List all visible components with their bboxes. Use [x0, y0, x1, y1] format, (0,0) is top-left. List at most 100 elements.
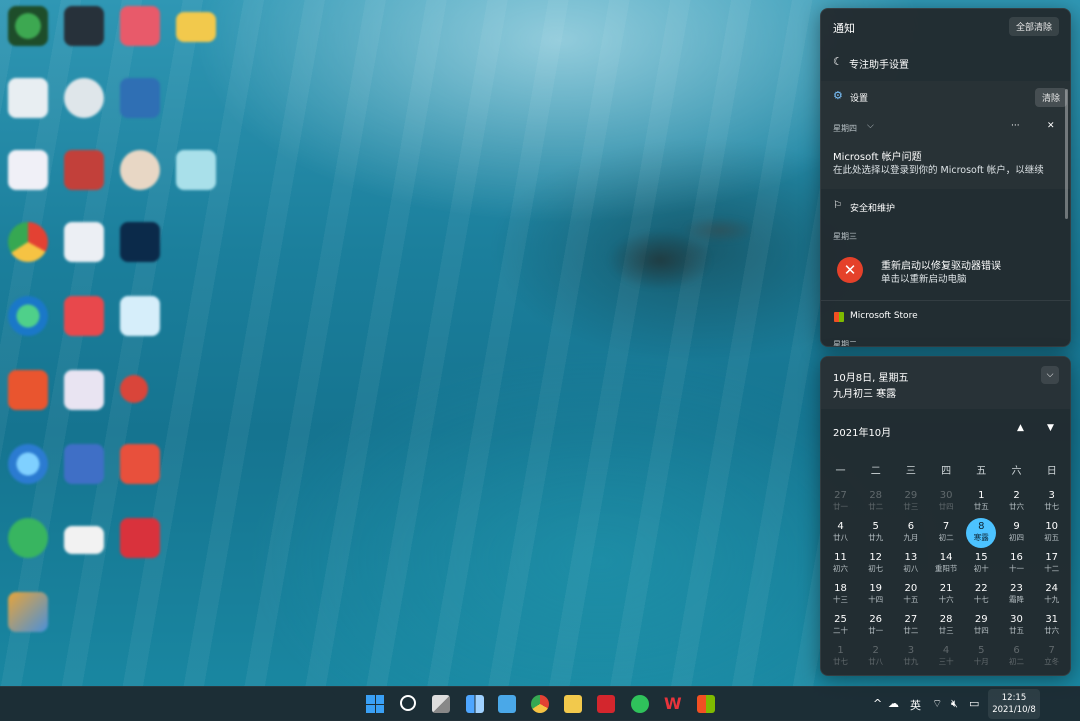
start-icon[interactable] — [366, 695, 384, 713]
battery-icon[interactable]: ▭ — [969, 697, 979, 710]
calendar-day[interactable]: 4 三十 — [929, 642, 964, 672]
calendar-day[interactable]: 18 十三 — [823, 580, 858, 610]
calendar-day[interactable]: 3 廿九 — [893, 642, 928, 672]
close-icon[interactable]: ✕ — [1047, 121, 1055, 131]
desktop-icon[interactable] — [64, 222, 104, 262]
desktop-icon[interactable] — [120, 6, 160, 46]
calendar-day-today[interactable]: 8 寒露 — [964, 518, 999, 548]
calendar-day[interactable]: 3 廿七 — [1034, 487, 1069, 517]
desktop-icon[interactable] — [120, 296, 160, 336]
cloud-icon[interactable]: ☁ — [888, 697, 899, 710]
desktop-icon[interactable] — [120, 444, 160, 484]
calendar-day[interactable]: 20 十五 — [893, 580, 928, 610]
calendar-day[interactable]: 6 初二 — [999, 642, 1034, 672]
desktop-icon[interactable] — [64, 370, 104, 410]
chevron-down-icon[interactable]: ⌵ — [867, 121, 874, 131]
search-icon[interactable] — [400, 695, 416, 711]
calendar-day[interactable]: 10 初五 — [1034, 518, 1069, 548]
calendar-day[interactable]: 26 廿一 — [858, 611, 893, 641]
calendar-day[interactable]: 29 廿四 — [964, 611, 999, 641]
desktop-icon[interactable] — [8, 6, 48, 46]
calendar-day[interactable]: 13 初八 — [893, 549, 928, 579]
calendar-day[interactable]: 15 初十 — [964, 549, 999, 579]
widgets-icon[interactable] — [466, 695, 484, 713]
chrome-icon[interactable] — [531, 695, 549, 713]
calendar-day[interactable]: 1 廿五 — [964, 487, 999, 517]
clear-all-button[interactable]: 全部清除 — [1009, 17, 1060, 36]
notification-body[interactable]: 单击以重新启动电脑 — [881, 271, 967, 285]
desktop-icon[interactable] — [8, 518, 48, 558]
calendar-day[interactable]: 21 十六 — [929, 580, 964, 610]
calendar-day[interactable]: 16 十一 — [999, 549, 1034, 579]
calendar-day[interactable]: 4 廿八 — [823, 518, 858, 548]
desktop-icon[interactable] — [64, 78, 104, 118]
ithome-icon[interactable] — [597, 695, 615, 713]
clock[interactable]: 12:15 2021/10/8 — [988, 689, 1040, 719]
desktop-icon[interactable] — [64, 150, 104, 190]
calendar-day[interactable]: 5 十月 — [964, 642, 999, 672]
calendar-day[interactable]: 12 初七 — [858, 549, 893, 579]
wechat-icon[interactable] — [631, 695, 649, 713]
calendar-day[interactable]: 19 十四 — [858, 580, 893, 610]
calendar-day[interactable]: 7 初二 — [929, 518, 964, 548]
edge-icon[interactable] — [8, 296, 48, 336]
desktop-icon[interactable] — [120, 222, 160, 262]
wps-icon[interactable]: W — [664, 695, 682, 713]
calendar-day[interactable]: 24 十九 — [1034, 580, 1069, 610]
calendar-day[interactable]: 2 廿八 — [858, 642, 893, 672]
desktop-icon[interactable] — [64, 6, 104, 46]
desktop-app-icon[interactable] — [498, 695, 516, 713]
desktop-icon[interactable] — [176, 150, 216, 190]
calendar-day[interactable]: 23 霜降 — [999, 580, 1034, 610]
desktop-icon[interactable] — [64, 296, 104, 336]
calendar-day[interactable]: 22 十七 — [964, 580, 999, 610]
task-view-icon[interactable] — [432, 695, 450, 713]
desktop-icon[interactable] — [64, 526, 104, 554]
month-title[interactable]: 2021年10月 — [833, 424, 891, 439]
chrome-icon[interactable] — [8, 222, 48, 262]
wifi-icon[interactable]: ⌔ — [932, 697, 942, 711]
calendar-day[interactable]: 7 立冬 — [1034, 642, 1069, 672]
previous-month-icon[interactable]: ▲ — [1017, 423, 1024, 433]
calendar-day[interactable]: 25 二十 — [823, 611, 858, 641]
desktop-icon[interactable] — [120, 78, 160, 118]
show-hidden-icons-icon[interactable]: ^ — [873, 697, 882, 710]
calendar-day[interactable]: 30 廿五 — [999, 611, 1034, 641]
calendar-day[interactable]: 2 廿六 — [999, 487, 1034, 517]
desktop-icon[interactable] — [8, 444, 48, 484]
calendar-day[interactable]: 31 廿六 — [1034, 611, 1069, 641]
desktop-icon[interactable] — [120, 375, 148, 403]
desktop-icon[interactable] — [8, 592, 48, 632]
folder-icon[interactable] — [176, 12, 216, 42]
calendar-day[interactable]: 27 廿二 — [893, 611, 928, 641]
notification-heading[interactable]: 重新启动以修复驱动器错误 — [881, 257, 1001, 272]
collapse-button[interactable]: ⌵ — [1041, 366, 1059, 384]
more-options-icon[interactable]: ··· — [1011, 121, 1020, 131]
desktop-icon[interactable] — [64, 444, 104, 484]
notification-body[interactable]: 在此处选择以登录到你的 Microsoft 帐户，以继续 — [833, 162, 1065, 176]
desktop-icon[interactable] — [8, 78, 48, 118]
calendar-day[interactable]: 9 初四 — [999, 518, 1034, 548]
calendar-day[interactable]: 14 重阳节 — [929, 549, 964, 579]
calendar-day[interactable]: 28 廿二 — [858, 487, 893, 517]
calendar-day[interactable]: 6 九月 — [893, 518, 928, 548]
calendar-day[interactable]: 11 初六 — [823, 549, 858, 579]
calendar-day[interactable]: 17 十二 — [1034, 549, 1069, 579]
calendar-day[interactable]: 28 廿三 — [929, 611, 964, 641]
desktop-icon[interactable] — [120, 150, 160, 190]
calendar-day[interactable]: 1 廿七 — [823, 642, 858, 672]
input-method-indicator[interactable]: 英 — [910, 697, 921, 713]
file-explorer-icon[interactable] — [564, 695, 582, 713]
volume-muted-icon[interactable]: 🔇︎ — [951, 697, 958, 711]
scrollbar[interactable] — [1065, 89, 1068, 219]
clear-group-button[interactable]: 清除 — [1035, 88, 1068, 107]
calendar-day[interactable]: 5 廿九 — [858, 518, 893, 548]
calendar-day[interactable]: 30 廿四 — [929, 487, 964, 517]
notification-heading[interactable]: Microsoft 帐户问题 — [833, 148, 922, 163]
desktop-icon[interactable] — [120, 518, 160, 558]
calendar-day[interactable]: 29 廿三 — [893, 487, 928, 517]
next-month-icon[interactable]: ▼ — [1047, 423, 1054, 433]
store-icon[interactable] — [697, 695, 715, 713]
desktop-icon[interactable] — [8, 370, 48, 410]
desktop-icon[interactable] — [8, 150, 48, 190]
